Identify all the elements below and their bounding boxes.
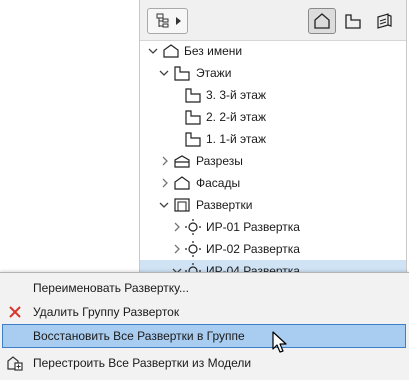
view-map-icon: [345, 14, 361, 29]
tree-label-root: Без имени: [184, 44, 243, 58]
project-house-icon: [163, 44, 179, 58]
menu-item-label: Перестроить Все Развертки из Модели: [33, 356, 252, 370]
tree-row-story[interactable]: 1. 1-й этаж: [140, 128, 406, 150]
tree-label-story: 1. 1-й этаж: [206, 132, 266, 146]
view-map-button[interactable]: [339, 8, 367, 34]
interior-elevation-icon: [174, 198, 190, 212]
menu-item-delete-group[interactable]: Удалить Группу Разверток: [2, 300, 406, 324]
story-icon: [185, 88, 201, 103]
tree-row-sections[interactable]: Разрезы: [140, 150, 406, 172]
tree-label-ie-item: ИР-04 Развертка: [206, 264, 300, 272]
chevron-right-icon[interactable]: [160, 150, 170, 172]
tree-label-stories: Этажи: [196, 66, 232, 80]
tree-row-story[interactable]: 2. 2-й этаж: [140, 106, 406, 128]
story-icon: [185, 132, 201, 147]
tree-label-sections: Разрезы: [196, 154, 243, 168]
chevron-down-icon[interactable]: [172, 260, 182, 272]
tree-label-story: 3. 3-й этаж: [206, 88, 266, 102]
elevation-icon: [174, 176, 190, 190]
tree-menu-icon: [156, 13, 169, 28]
tree-row-stories[interactable]: Этажи: [140, 62, 406, 84]
chevron-right-icon[interactable]: [172, 238, 182, 260]
tree-label-elevations: Фасады: [196, 176, 241, 190]
project-map-button[interactable]: [308, 8, 336, 34]
tree-row-ie-item[interactable]: ИР-01 Развертка: [140, 216, 406, 238]
rebuild-icon: [7, 356, 23, 371]
chevron-right-icon[interactable]: [160, 172, 170, 194]
chevron-down-icon[interactable]: [148, 40, 158, 62]
ie-marker-icon: [185, 241, 201, 257]
chevron-down-icon[interactable]: [159, 62, 169, 84]
tree-row-elevations[interactable]: Фасады: [140, 172, 406, 194]
project-navigator: Без имени Этажи 3. 3-й этаж 2. 2-й этаж: [139, 0, 407, 272]
tree-label-story: 2. 2-й этаж: [206, 110, 266, 124]
section-icon: [174, 155, 190, 168]
tree-row-root[interactable]: Без имени: [140, 40, 406, 62]
tree-label-ie-item: ИР-02 Развертка: [206, 242, 300, 256]
tree-label-interior-elevations: Развертки: [196, 198, 253, 212]
project-map-icon: [314, 13, 330, 29]
context-menu: Переименовать Развертку... Удалить Групп…: [0, 272, 409, 380]
tree-row-ie-item-selected[interactable]: ИР-04 Развертка: [140, 260, 406, 272]
ie-marker-icon: [185, 219, 201, 235]
story-icon: [174, 66, 190, 81]
chevron-right-icon[interactable]: [172, 216, 182, 238]
delete-x-icon: [9, 306, 21, 318]
ie-marker-icon: [185, 263, 201, 272]
map-popup-button[interactable]: [147, 8, 188, 34]
menu-item-label: Удалить Группу Разверток: [33, 305, 180, 319]
story-icon: [185, 110, 201, 125]
menu-item-rebuild-all[interactable]: Перестроить Все Развертки из Модели: [2, 351, 406, 375]
mouse-cursor-icon: [272, 331, 287, 353]
menu-item-label: Переименовать Развертку...: [33, 281, 189, 295]
menu-item-rename[interactable]: Переименовать Развертку...: [2, 276, 406, 300]
layout-book-icon: [377, 13, 392, 29]
tree-row-story[interactable]: 3. 3-й этаж: [140, 84, 406, 106]
navigator-toolbar: [140, 0, 406, 41]
menu-item-restore-all[interactable]: Восстановить Все Развертки в Группе: [2, 324, 406, 348]
tree-row-interior-elevations[interactable]: Развертки: [140, 194, 406, 216]
layout-book-button[interactable]: [370, 8, 398, 34]
menu-item-label: Восстановить Все Развертки в Группе: [33, 329, 245, 343]
tree-label-ie-item: ИР-01 Развертка: [206, 220, 300, 234]
chevron-down-icon[interactable]: [159, 194, 169, 216]
tree-row-ie-item[interactable]: ИР-02 Развертка: [140, 238, 406, 260]
popup-arrow-icon: [176, 17, 181, 25]
